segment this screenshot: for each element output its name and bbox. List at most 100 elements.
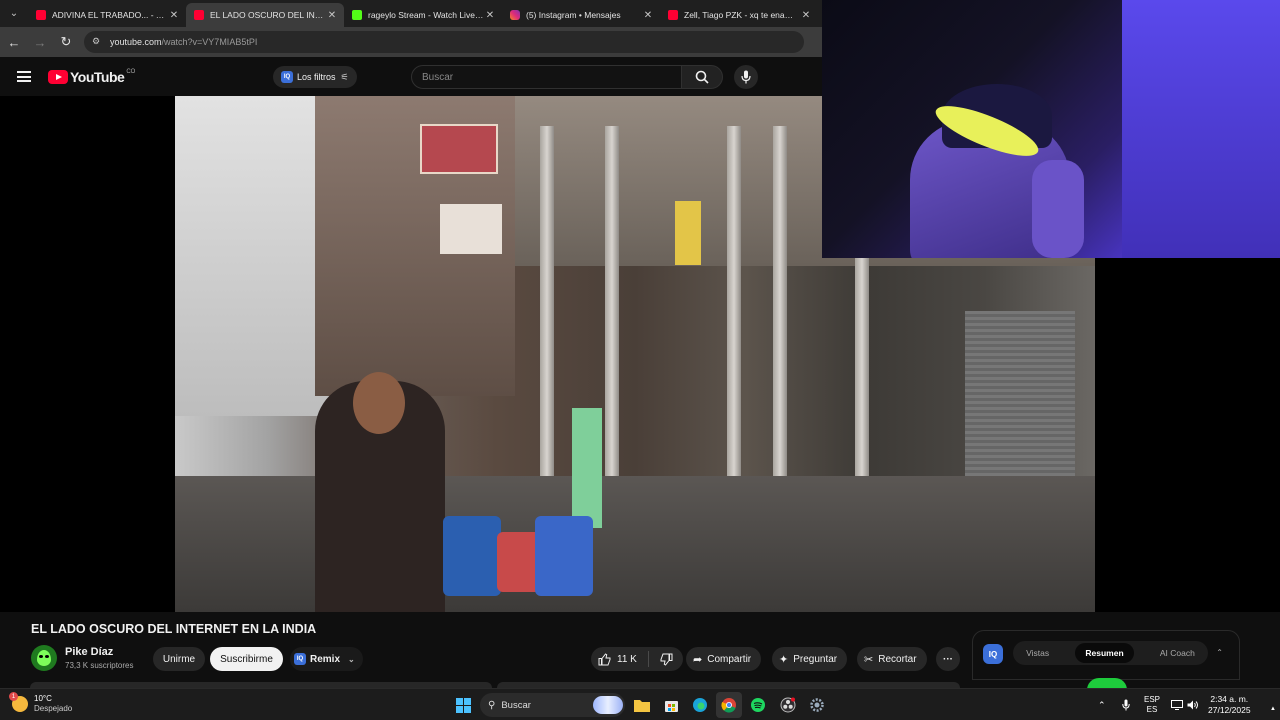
- network-icon[interactable]: [1171, 689, 1183, 720]
- store-icon[interactable]: [658, 692, 684, 718]
- webcam-overlay: [822, 0, 1280, 258]
- channel-avatar[interactable]: [31, 645, 57, 671]
- more-actions-icon[interactable]: ···: [936, 647, 960, 671]
- tab-title: ADIVINA EL TRABADO... - YouTube: [52, 10, 168, 20]
- reload-icon[interactable]: ↻: [54, 30, 78, 54]
- scissors-icon: ✂: [864, 653, 874, 666]
- like-count: 11 K: [617, 653, 637, 665]
- tab-title: rageylo Stream - Watch Live on Kick: [368, 10, 484, 20]
- sparkle-icon: ✦: [779, 653, 789, 666]
- filters-button[interactable]: IQ Los filtros ⚟: [273, 66, 357, 88]
- obs-icon[interactable]: [775, 692, 801, 718]
- hamburger-menu-icon[interactable]: [17, 71, 31, 82]
- search-input[interactable]: Buscar: [411, 65, 682, 89]
- youtube-icon: [36, 10, 46, 20]
- forward-arrow-icon[interactable]: →: [28, 30, 52, 54]
- volume-icon[interactable]: [1187, 689, 1199, 720]
- alien-icon: [37, 650, 51, 666]
- ask-button[interactable]: ✦ Preguntar: [772, 647, 848, 671]
- search-icon: ⚲: [488, 699, 496, 711]
- tab-title: EL LADO OSCURO DEL INTERNET: [210, 10, 326, 20]
- tune-icon: ⚟: [340, 71, 349, 82]
- iq-extension-icon: IQ: [281, 71, 293, 83]
- tab-resumen[interactable]: Resumen: [1075, 643, 1134, 663]
- close-tab-icon[interactable]: ✕: [800, 10, 812, 21]
- browser-tab[interactable]: rageylo Stream - Watch Live on Kick ✕: [344, 3, 502, 27]
- thumbs-down-icon: [660, 653, 672, 666]
- tab-title: (5) Instagram • Mensajes: [526, 10, 621, 20]
- chevron-down-icon: ⌄: [348, 654, 355, 664]
- search-button[interactable]: [681, 65, 723, 89]
- clip-button[interactable]: ✂ Recortar: [857, 647, 927, 671]
- taskbar-search-label: Buscar: [501, 699, 531, 711]
- join-button[interactable]: Unirme: [153, 647, 205, 671]
- spotify-icon[interactable]: [745, 692, 771, 718]
- browser-tab-active[interactable]: EL LADO OSCURO DEL INTERNET ✕: [186, 3, 344, 27]
- voice-search-button[interactable]: [734, 65, 758, 89]
- tab-ai-coach[interactable]: AI Coach: [1160, 648, 1195, 658]
- tab-vistas[interactable]: Vistas: [1026, 648, 1049, 658]
- system-clock[interactable]: 2:34 a. m. 27/12/2025: [1208, 689, 1251, 720]
- settings-gear-icon[interactable]: [804, 692, 830, 718]
- youtube-icon: [668, 10, 678, 20]
- language-indicator[interactable]: ESP ES: [1144, 689, 1160, 720]
- dislike-button[interactable]: [649, 653, 683, 666]
- browser-tab[interactable]: Zell, Tiago PZK - xq te enamoraste ✕: [660, 3, 818, 27]
- start-button[interactable]: [450, 692, 476, 718]
- browser-tab[interactable]: ADIVINA EL TRABADO... - YouTube ✕: [28, 3, 186, 27]
- weather-widget[interactable]: 1 10°C Despejado: [9, 692, 72, 714]
- microphone-icon[interactable]: [1122, 689, 1130, 720]
- iq-extension-icon[interactable]: IQ: [983, 644, 1003, 664]
- language-line1: ESP: [1144, 695, 1161, 704]
- channel-name[interactable]: Pike Díaz: [65, 646, 113, 658]
- browser-toolbar: ← → ↻ ⚙ youtube.com/watch?v=VY7MIAB5tPI: [0, 27, 822, 57]
- filters-label: Los filtros: [297, 72, 336, 82]
- iq-side-panel: IQ Vistas Resumen AI Coach ⌃: [972, 630, 1240, 690]
- tray-overflow-chevron-icon[interactable]: ⌃: [1098, 689, 1106, 720]
- kick-icon: [352, 10, 362, 20]
- share-button[interactable]: ➦ Compartir: [686, 647, 762, 671]
- moon-weather-icon: 1: [9, 692, 28, 712]
- share-label: Compartir: [707, 653, 752, 665]
- file-explorer-icon[interactable]: [629, 692, 655, 718]
- windows-logo-icon: [455, 697, 471, 713]
- browser-tab[interactable]: (5) Instagram • Mensajes ✕: [502, 3, 660, 27]
- weather-temp: 10°C: [34, 694, 52, 703]
- thumbs-up-icon: [598, 652, 611, 665]
- close-tab-icon[interactable]: ✕: [326, 10, 338, 21]
- address-bar[interactable]: ⚙ youtube.com/watch?v=VY7MIAB5tPI: [84, 31, 804, 53]
- instagram-icon: [510, 10, 520, 20]
- subscribe-button[interactable]: Suscribirme: [210, 647, 283, 671]
- search-highlight-art: [593, 696, 623, 714]
- site-info-icon[interactable]: ⚙: [92, 36, 104, 48]
- close-tab-icon[interactable]: ✕: [642, 10, 654, 21]
- search-icon: [695, 70, 709, 84]
- tab-search-chevron-icon[interactable]: ⌄: [0, 0, 28, 27]
- url-path: /watch?v=VY7MIAB5tPI: [161, 37, 258, 47]
- chrome-icon[interactable]: [716, 692, 742, 718]
- panel-segmented-control: Vistas Resumen AI Coach: [1013, 641, 1208, 665]
- taskbar-search[interactable]: ⚲ Buscar: [480, 693, 625, 717]
- ask-label: Preguntar: [793, 653, 838, 665]
- notification-icon[interactable]: ▲: [1270, 689, 1276, 720]
- notification-badge: 1: [9, 692, 18, 701]
- subscriber-count: 73,3 K suscriptores: [65, 661, 134, 670]
- close-tab-icon[interactable]: ✕: [168, 10, 180, 21]
- back-arrow-icon[interactable]: ←: [2, 30, 26, 54]
- youtube-logo[interactable]: YouTube CO: [48, 69, 135, 85]
- iq-extension-icon: IQ: [294, 653, 306, 665]
- close-tab-icon[interactable]: ✕: [484, 10, 496, 21]
- youtube-icon: [194, 10, 204, 20]
- remix-button[interactable]: IQ Remix ⌄: [290, 647, 363, 671]
- clock-date: 27/12/2025: [1208, 705, 1251, 715]
- edge-browser-icon[interactable]: [687, 692, 713, 718]
- chevron-up-icon[interactable]: ⌃: [1216, 648, 1223, 657]
- like-button[interactable]: 11 K: [591, 651, 649, 667]
- share-arrow-icon: ➦: [693, 653, 703, 666]
- url-domain: youtube.com: [110, 37, 162, 47]
- youtube-wordmark: YouTube: [70, 69, 125, 85]
- video-title: EL LADO OSCURO DEL INTERNET EN LA INDIA: [31, 622, 317, 636]
- screen: ⌄ ADIVINA EL TRABADO... - YouTube ✕ EL L…: [0, 0, 1280, 720]
- tab-title: Zell, Tiago PZK - xq te enamoraste: [684, 10, 800, 20]
- clip-label: Recortar: [878, 653, 917, 665]
